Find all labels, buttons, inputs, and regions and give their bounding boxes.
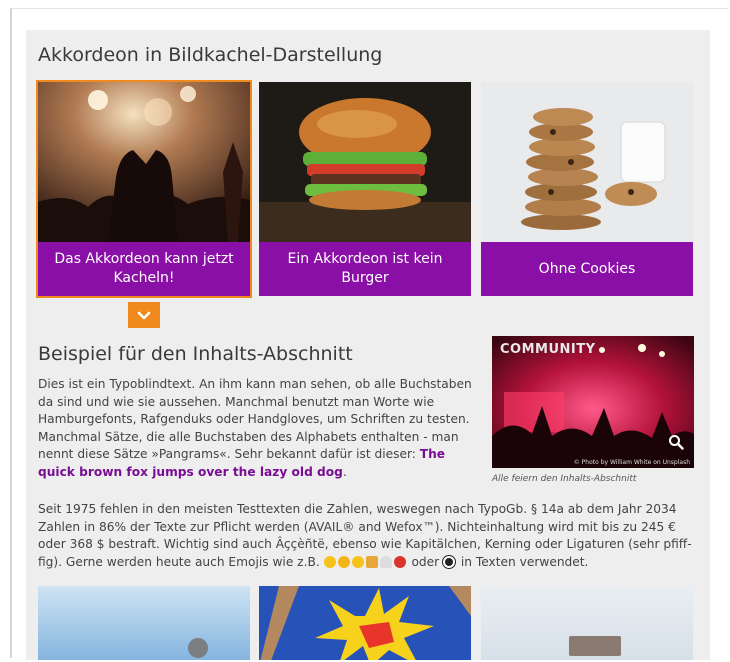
figure-caption: Alle feiern den Inhalts-Abschnitt — [492, 474, 637, 484]
photo-credit: © Photo by William White on Unsplash — [573, 459, 690, 466]
burger-image — [259, 82, 471, 242]
emoji-icon — [351, 555, 364, 568]
tile-caption: Ohne Cookies — [481, 242, 693, 296]
paragraph-end: . — [342, 464, 347, 479]
chevron-down-icon — [137, 306, 151, 325]
emoji-icon — [337, 555, 350, 568]
ghost-icon — [379, 555, 392, 568]
accordion-tile-burger[interactable]: Ein Akkordeon ist kein Burger — [259, 82, 471, 296]
tile-caption: Das Akkordeon kann jetzt Kacheln! — [38, 242, 250, 296]
paragraph-end: in Texten verwendet. — [457, 554, 589, 569]
paragraph-mid: oder — [407, 554, 444, 569]
content-panel: Akkordeon in Bildkachel-Darstellung Das … — [26, 30, 710, 660]
community-figure[interactable]: COMMUNITY © Photo by William White on Un… — [492, 336, 694, 468]
content-heading: Beispiel für den Inhalts-Abschnitt — [38, 343, 353, 365]
cookies-image — [481, 82, 693, 242]
content-paragraph-2: Seit 1975 fehlen in den meisten Testtext… — [38, 501, 698, 571]
thumbs-up-icon — [365, 555, 378, 568]
accordion-tile-cookies[interactable]: Ohne Cookies — [481, 82, 693, 296]
accordion-tile-concert[interactable]: Das Akkordeon kann jetzt Kacheln! — [36, 80, 252, 298]
accordion-toggle[interactable] — [128, 302, 160, 328]
tile-image-sky[interactable] — [38, 586, 250, 660]
paragraph-text: Dies ist ein Typoblindtext. An ihm kann … — [38, 377, 472, 462]
community-sign: COMMUNITY — [500, 342, 596, 357]
magnifier-icon[interactable] — [668, 434, 684, 454]
accordion-heading: Akkordeon in Bildkachel-Darstellung — [38, 44, 383, 66]
emoji-icon — [323, 555, 336, 568]
tile-image-pop-art[interactable] — [259, 586, 471, 660]
soccer-ball-icon — [443, 555, 456, 568]
concert-image — [38, 82, 250, 242]
paragraph-text: Seit 1975 fehlen in den meisten Testtext… — [38, 502, 692, 569]
apple-icon — [393, 555, 406, 568]
content-paragraph-1: Dies ist ein Typoblindtext. An ihm kann … — [38, 376, 478, 482]
tile-image-desk[interactable] — [481, 586, 693, 660]
tile-caption: Ein Akkordeon ist kein Burger — [259, 242, 471, 296]
